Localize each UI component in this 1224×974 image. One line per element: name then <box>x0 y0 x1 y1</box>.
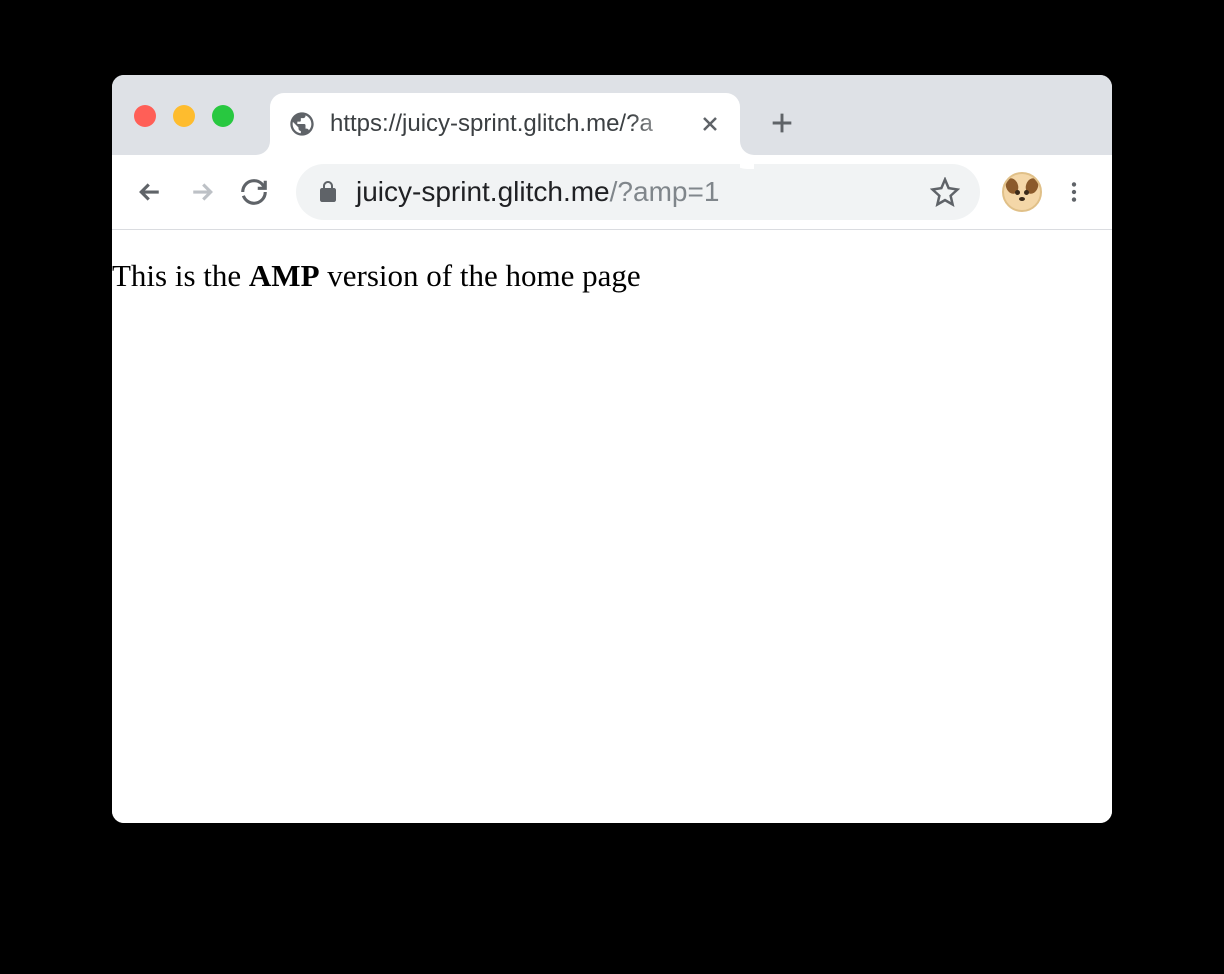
profile-avatar[interactable] <box>1002 172 1042 212</box>
window-controls <box>134 105 234 127</box>
text-segment: This is the <box>112 258 249 293</box>
close-icon[interactable] <box>698 112 722 136</box>
browser-tab[interactable]: https://juicy-sprint.glitch.me/?a <box>270 93 740 155</box>
bookmark-star-icon[interactable] <box>930 177 960 207</box>
menu-button[interactable] <box>1054 172 1094 212</box>
window-minimize-button[interactable] <box>173 105 195 127</box>
text-segment: version of the home page <box>320 258 641 293</box>
text-bold-segment: AMP <box>249 258 320 293</box>
lock-icon[interactable] <box>316 180 340 204</box>
new-tab-button[interactable] <box>768 109 796 137</box>
url-host: juicy-sprint.glitch.me <box>356 176 610 207</box>
window-close-button[interactable] <box>134 105 156 127</box>
back-button[interactable] <box>130 172 170 212</box>
browser-window: https://juicy-sprint.glitch.me/?a juicy-… <box>112 75 1112 823</box>
address-bar[interactable]: juicy-sprint.glitch.me/?amp=1 <box>296 164 980 220</box>
tab-bar: https://juicy-sprint.glitch.me/?a <box>112 75 1112 155</box>
toolbar: juicy-sprint.glitch.me/?amp=1 <box>112 155 1112 230</box>
forward-button[interactable] <box>182 172 222 212</box>
url-text: juicy-sprint.glitch.me/?amp=1 <box>356 176 914 208</box>
url-path: /?amp=1 <box>610 176 720 207</box>
globe-icon <box>288 110 316 138</box>
window-maximize-button[interactable] <box>212 105 234 127</box>
page-content: This is the AMP version of the home page <box>112 230 1112 823</box>
tab-title: https://juicy-sprint.glitch.me/?a <box>330 110 684 138</box>
dog-avatar-icon <box>1004 174 1040 210</box>
body-text: This is the AMP version of the home page <box>112 258 1112 294</box>
reload-button[interactable] <box>234 172 274 212</box>
